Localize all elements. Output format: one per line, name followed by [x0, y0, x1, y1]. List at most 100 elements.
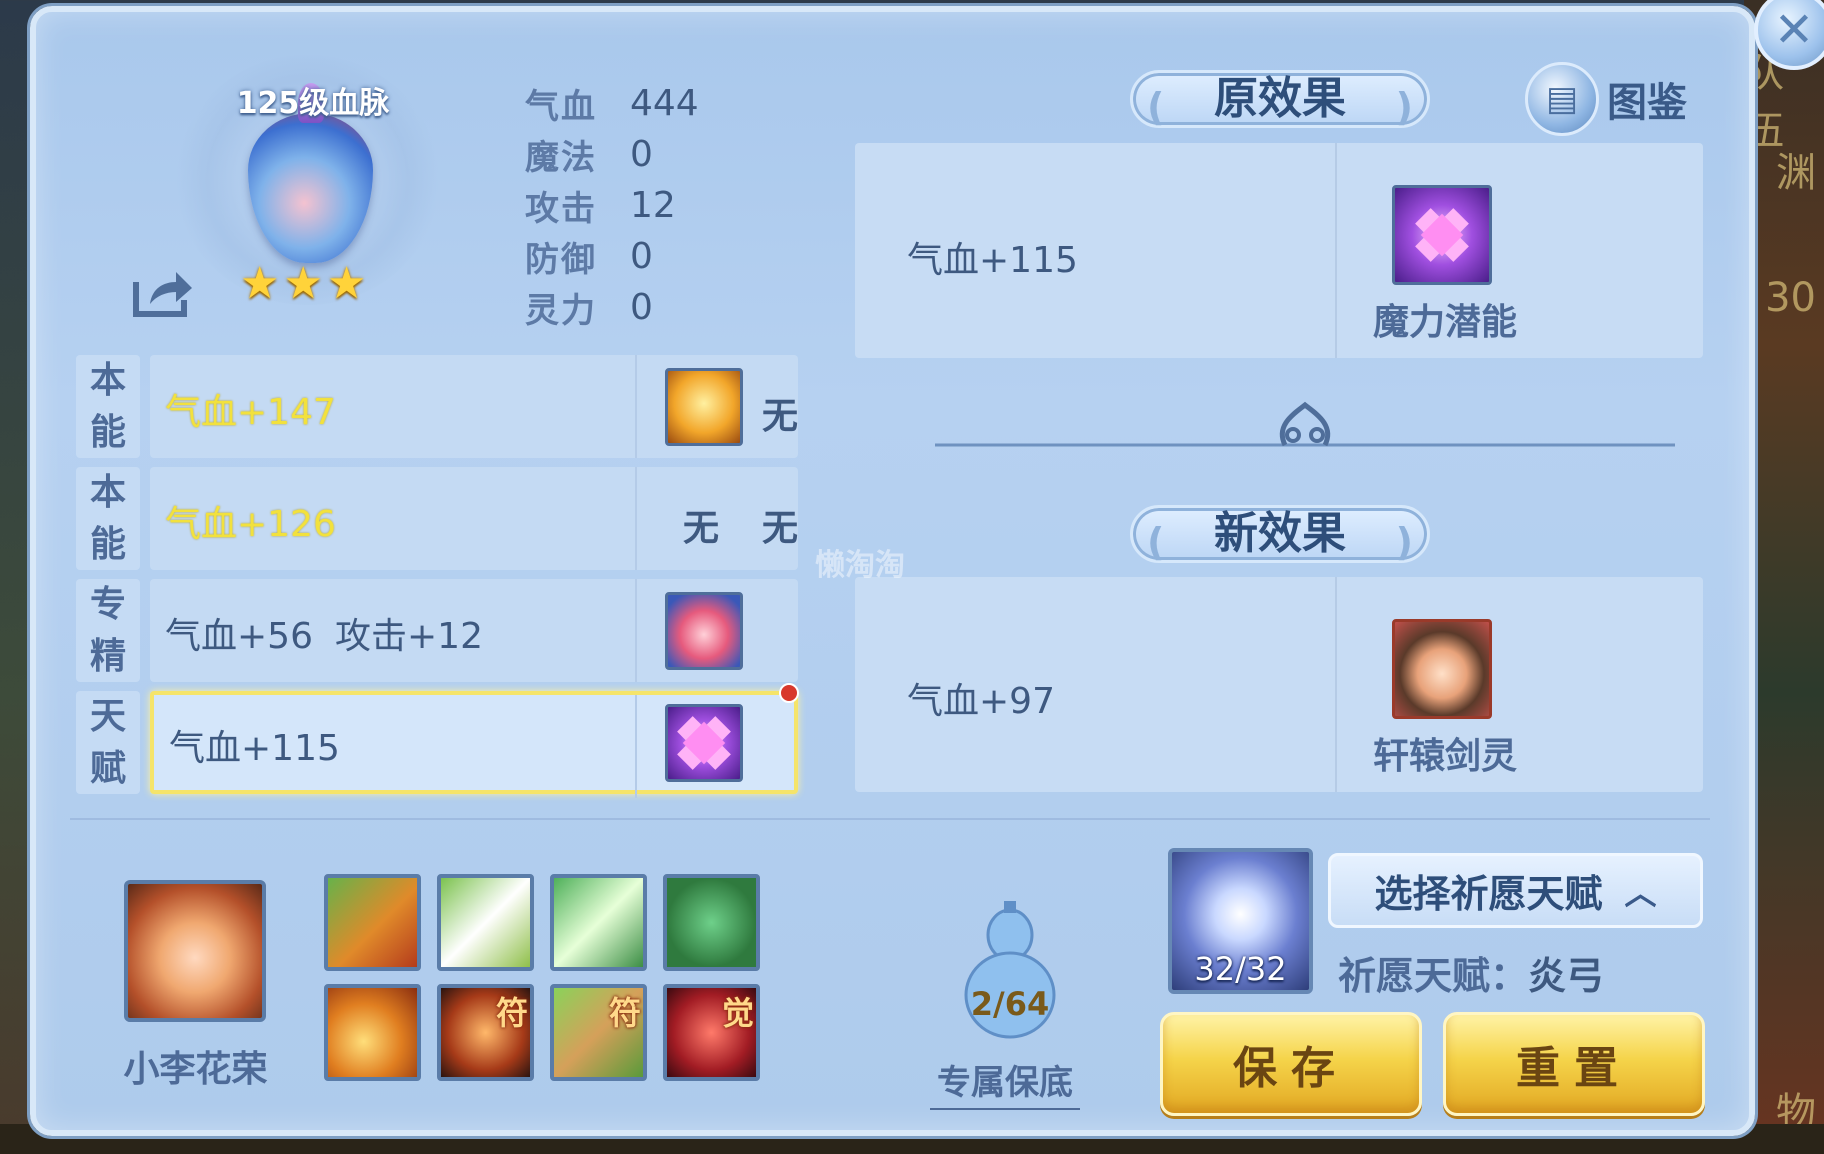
- ability-row-talent[interactable]: 天赋 气血+115: [76, 683, 802, 798]
- divider: [1335, 143, 1337, 358]
- row-tag: 专精: [76, 579, 140, 682]
- row-body: 气血+126 无 无: [150, 467, 798, 570]
- scroll-ornament: ): [1395, 520, 1413, 564]
- new-effect-box: 气血+97 轩辕剑灵: [855, 577, 1703, 792]
- figure-skill-icon[interactable]: [663, 874, 760, 971]
- wish-select-label: 选择祈愿天赋: [1374, 872, 1603, 916]
- divider-ornament: [935, 401, 1675, 447]
- effect-text: 气血+147: [165, 392, 336, 433]
- ability-row-instinct-2[interactable]: 本能 气血+126 无 无: [76, 467, 802, 570]
- effect-text: 气血+126: [165, 504, 336, 545]
- stat-value: 0: [630, 236, 653, 277]
- title-text: 原效果: [1214, 73, 1346, 124]
- title-text: 新效果: [1214, 508, 1346, 559]
- scroll-ornament: (: [1147, 520, 1165, 564]
- talent-name: 轩辕剑灵: [1372, 736, 1517, 777]
- bg-text: 渊: [1776, 150, 1816, 196]
- flaming-sword-skill-icon[interactable]: [324, 874, 421, 971]
- tag-char: 能: [89, 411, 126, 453]
- boot-skill-icon[interactable]: 符: [550, 984, 647, 1081]
- bg-text: 30: [1765, 275, 1816, 321]
- ability-row-instinct-1[interactable]: 本能 气血+147 无: [76, 355, 802, 458]
- warrior-skill-icon[interactable]: 符: [437, 984, 534, 1081]
- magic-potential-icon[interactable]: [665, 704, 743, 782]
- tag-char: 能: [89, 523, 126, 565]
- pet-skill-icon[interactable]: [665, 592, 743, 670]
- stat-row: 防御 0: [525, 231, 699, 282]
- section-divider: [70, 818, 1710, 820]
- bloodline-level: 125级血脉: [236, 86, 390, 121]
- save-button[interactable]: 保存: [1160, 1012, 1422, 1116]
- wish-current: 祈愿天赋：炎弓: [1338, 945, 1604, 1000]
- effect-text: 气血+115: [169, 728, 340, 769]
- chevron-up-icon: ︿: [1624, 873, 1657, 912]
- original-effect-box: 气血+115 魔力潜能: [855, 143, 1703, 358]
- sword-skill-icon[interactable]: [437, 874, 534, 971]
- book-icon: ▤: [1525, 62, 1599, 136]
- reset-button[interactable]: 重置: [1443, 1012, 1705, 1116]
- awaken-badge: 觉: [721, 994, 754, 1032]
- divider: [1335, 577, 1337, 792]
- rune-badge: 符: [495, 994, 528, 1032]
- share-icon[interactable]: [132, 268, 194, 318]
- effect-text: 气血+97: [907, 681, 1055, 722]
- row-tag: 天赋: [76, 691, 140, 794]
- tag-char: 天: [89, 695, 126, 737]
- effect-text-2: 攻击+12: [335, 616, 483, 657]
- tag-char: 本: [89, 359, 126, 401]
- row-body: 气血+56 攻击+12: [150, 579, 798, 682]
- stat-value: 0: [630, 287, 653, 328]
- effect-text: 气血+56: [165, 616, 313, 657]
- burst-skill-icon[interactable]: [324, 984, 421, 1081]
- xuanyuan-sword-spirit-icon[interactable]: [1392, 619, 1492, 719]
- hero-portrait[interactable]: [124, 880, 266, 1022]
- magic-potential-icon[interactable]: [1392, 185, 1492, 285]
- colon: ：: [1490, 954, 1529, 998]
- stat-name: 防御: [525, 240, 597, 280]
- pet-stats: 气血 444 魔法 0 攻击 12 防御 0 灵力 0: [525, 78, 699, 333]
- star-rating: ★ ★ ★: [240, 262, 366, 306]
- divider: [635, 695, 637, 798]
- handbook-button[interactable]: ▤ 图鉴: [1525, 62, 1687, 136]
- awaken-skill-icon[interactable]: 觉: [663, 984, 760, 1081]
- close-icon: ✕: [1773, 2, 1815, 58]
- divider: [635, 467, 637, 570]
- wish-current-value: 炎弓: [1528, 954, 1605, 998]
- divider: [635, 579, 637, 682]
- exclusive-guarantee-link[interactable]: 专属保底: [930, 1055, 1080, 1110]
- divider: [635, 355, 637, 458]
- crystal-count: 32/32: [1194, 950, 1287, 988]
- star-icon: ★: [240, 258, 280, 309]
- watermark: 懒淘淘: [815, 548, 905, 583]
- stat-row: 灵力 0: [525, 282, 699, 333]
- gourd-count: 2/64: [970, 985, 1050, 1023]
- handbook-label: 图鉴: [1607, 80, 1687, 126]
- hero-name: 小李花荣: [123, 1049, 268, 1090]
- stat-row: 魔法 0: [525, 129, 699, 180]
- stat-name: 灵力: [525, 291, 597, 331]
- original-effect-title: ( 原效果 ): [1130, 70, 1430, 129]
- new-effect-title: ( 新效果 ): [1130, 505, 1430, 564]
- stat-name: 气血: [525, 87, 597, 127]
- effect-text: 气血+115: [907, 240, 1078, 281]
- tag-char: 精: [89, 635, 126, 677]
- game-background: 队伍 渊 30 物: [1744, 0, 1824, 1154]
- scroll-ornament: (: [1147, 85, 1165, 129]
- golden-orb-icon[interactable]: [665, 368, 743, 446]
- tag-char: 本: [89, 471, 126, 513]
- stat-value: 444: [630, 83, 699, 124]
- ability-row-specialty[interactable]: 专精 气血+56 攻击+12: [76, 579, 802, 682]
- stat-name: 魔法: [525, 138, 597, 178]
- star-icon: ★: [326, 258, 367, 309]
- rune-badge: 符: [608, 994, 641, 1032]
- slot-none: 无: [683, 508, 720, 549]
- star-icon: ★: [283, 258, 323, 309]
- wish-talent-select[interactable]: 选择祈愿天赋 ︿: [1328, 853, 1703, 928]
- row-tag: 本能: [76, 467, 140, 570]
- talent-name: 魔力潜能: [1372, 302, 1517, 343]
- tag-char: 赋: [89, 747, 126, 789]
- wing-skill-icon[interactable]: [550, 874, 647, 971]
- stat-name: 攻击: [525, 189, 597, 229]
- diamond-shape: [1420, 213, 1464, 257]
- scroll-ornament: ): [1395, 85, 1413, 129]
